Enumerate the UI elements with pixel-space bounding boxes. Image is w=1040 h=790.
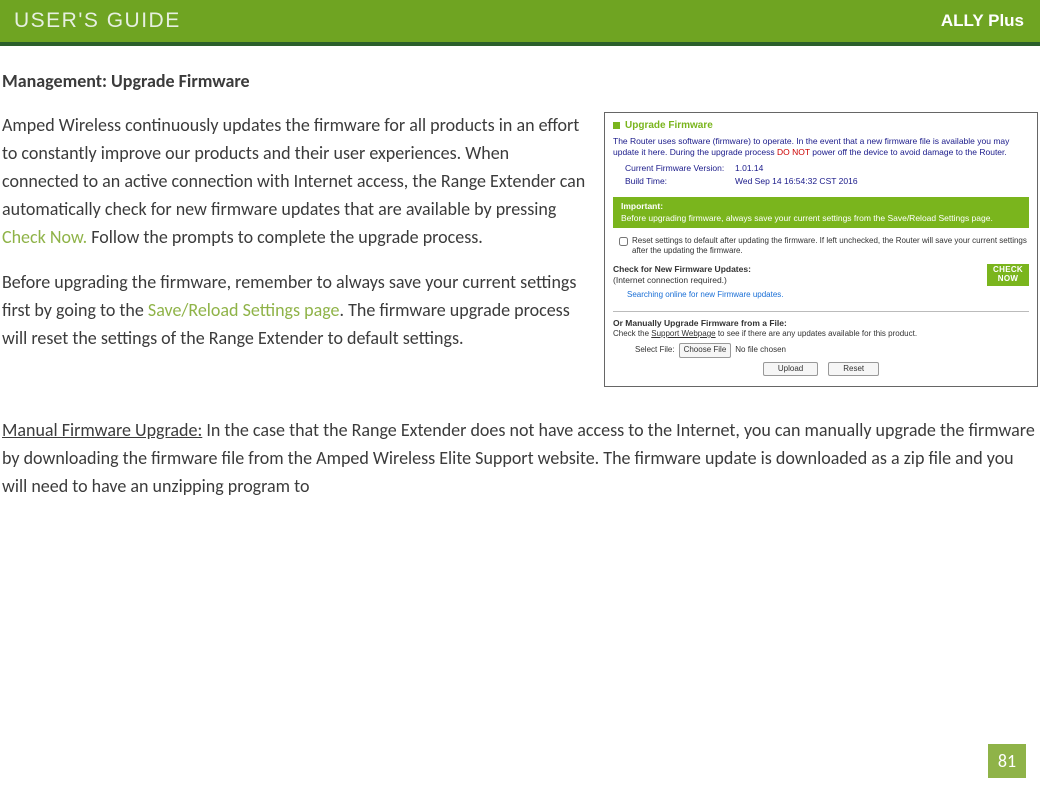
ss-file-row: Select File: Choose File No file chosen [635, 343, 1029, 357]
ss-description: The Router uses software (firmware) to o… [613, 136, 1029, 157]
ss-searching-text: Searching online for new Firmware update… [627, 290, 1029, 300]
ss-manual-desc: Check the Support Webpage to see if ther… [613, 329, 1029, 339]
check-now-button[interactable]: CHECK NOW [987, 264, 1029, 286]
reset-button[interactable]: Reset [828, 362, 879, 376]
reset-checkbox[interactable] [619, 237, 628, 246]
header-title-right: ALLY Plus [941, 11, 1024, 31]
ss-manual-title: Or Manually Upgrade Firmware from a File… [613, 318, 1029, 329]
ss-version-row: Current Firmware Version: 1.01.14 [625, 163, 1029, 174]
upload-button[interactable]: Upload [763, 362, 818, 376]
page-header: USER'S GUIDE ALLY Plus [0, 0, 1040, 46]
header-title-left: USER'S GUIDE [14, 9, 181, 33]
content: Management: Upgrade Firmware Amped Wirel… [0, 46, 1040, 501]
paragraph-2: Before upgrading the firmware, remember … [2, 269, 586, 353]
square-icon [613, 122, 620, 129]
ss-important-box: Important: Before upgrading firmware, al… [613, 197, 1029, 227]
manual-upgrade-paragraph: Manual Firmware Upgrade: In the case tha… [0, 387, 1040, 501]
manual-upgrade-label: Manual Firmware Upgrade: [2, 419, 202, 441]
page-number: 81 [988, 744, 1026, 778]
support-webpage-link[interactable]: Support Webpage [651, 329, 715, 338]
paragraph-1: Amped Wireless continuously updates the … [2, 112, 586, 251]
choose-file-button[interactable]: Choose File [679, 343, 732, 357]
page-title: Management: Upgrade Firmware [0, 70, 1040, 112]
save-reload-link[interactable]: Save/Reload Settings page [148, 299, 340, 321]
ss-build-row: Build Time: Wed Sep 14 16:54:32 CST 2016 [625, 176, 1029, 187]
ss-reset-checkbox-row: Reset settings to default after updating… [619, 236, 1029, 257]
divider [613, 311, 1029, 312]
ss-button-row: Upload Reset [613, 362, 1029, 376]
ss-check-new-row: Check for New Firmware Updates: (Interne… [613, 264, 1029, 286]
embedded-screenshot: Upgrade Firmware The Router uses softwar… [604, 112, 1038, 387]
ss-title: Upgrade Firmware [625, 119, 713, 132]
check-now-link[interactable]: Check Now. [2, 226, 87, 248]
body-text: Amped Wireless continuously updates the … [2, 112, 586, 387]
